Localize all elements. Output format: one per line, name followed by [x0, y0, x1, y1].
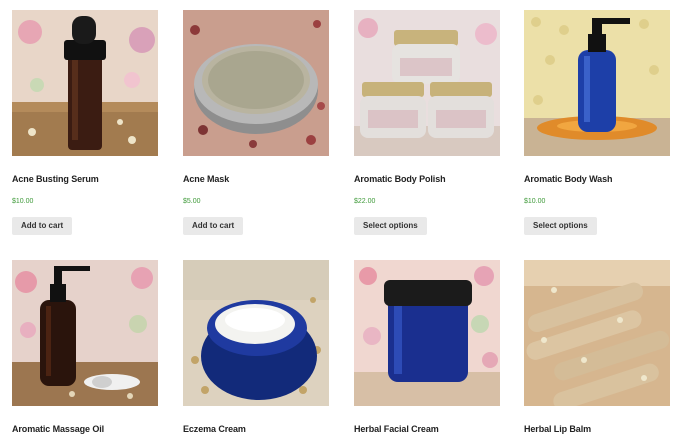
product-image[interactable] [524, 10, 670, 156]
select-options-button[interactable]: Select options [524, 217, 597, 235]
product-price: $10.00 [12, 198, 34, 205]
product-title[interactable]: Aromatic Body Wash [524, 174, 612, 184]
add-to-cart-button[interactable]: Add to cart [12, 217, 73, 235]
product-image[interactable] [12, 10, 158, 156]
product-image[interactable] [524, 260, 670, 406]
add-to-cart-button[interactable]: Add to cart [183, 217, 244, 235]
product-price: $10.00 [524, 198, 546, 205]
product-image[interactable] [354, 260, 500, 406]
product-card: Herbal Lip Balm [524, 260, 670, 434]
product-card: Herbal Facial Cream [354, 260, 500, 434]
product-title[interactable]: Acne Mask [183, 174, 229, 184]
product-card: Eczema Cream [183, 260, 329, 434]
product-title[interactable]: Aromatic Massage Oil [12, 424, 104, 434]
product-image[interactable] [12, 260, 158, 406]
product-image[interactable] [183, 260, 329, 406]
product-title[interactable]: Herbal Lip Balm [524, 424, 591, 434]
product-price: $22.00 [354, 198, 376, 205]
product-image[interactable] [183, 10, 329, 156]
product-card: Aromatic Body Polish $22.00 Select optio… [354, 10, 500, 235]
product-card: Acne Busting Serum $10.00 Add to cart [12, 10, 158, 235]
select-options-button[interactable]: Select options [354, 217, 427, 235]
product-price: $5.00 [183, 198, 201, 205]
product-image[interactable] [354, 10, 500, 156]
product-title[interactable]: Herbal Facial Cream [354, 424, 439, 434]
product-card: Aromatic Body Wash $10.00 Select options [524, 10, 670, 235]
product-title[interactable]: Eczema Cream [183, 424, 246, 434]
product-title[interactable]: Acne Busting Serum [12, 174, 99, 184]
product-card: Acne Mask $5.00 Add to cart [183, 10, 329, 235]
product-title[interactable]: Aromatic Body Polish [354, 174, 446, 184]
product-card: Aromatic Massage Oil [12, 260, 158, 434]
